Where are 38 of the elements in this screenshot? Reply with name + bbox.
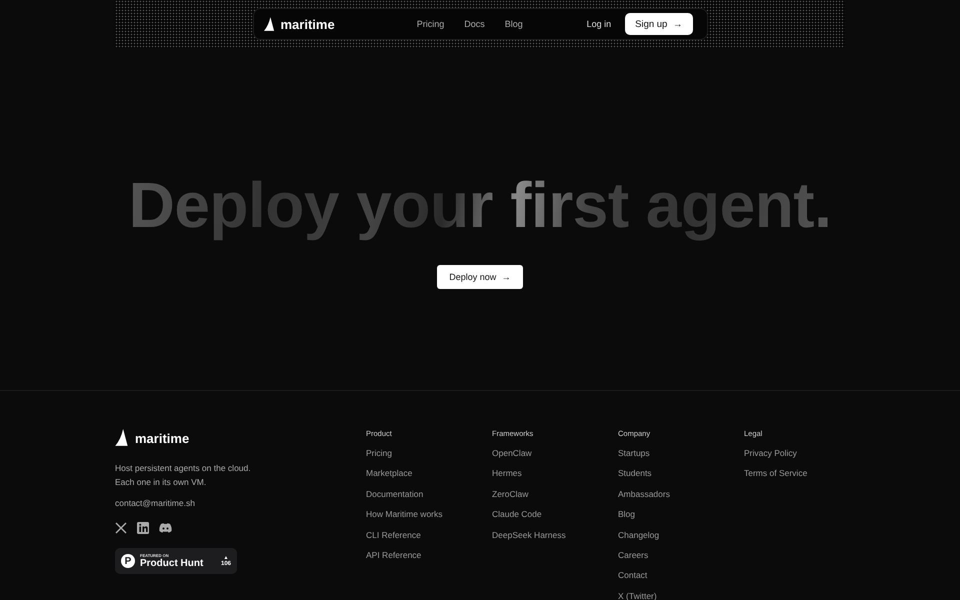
footer-link[interactable]: Privacy Policy (744, 447, 870, 468)
footer-link[interactable]: How Maritime works (366, 508, 492, 529)
footer-link[interactable]: Careers (618, 548, 744, 570)
footer-link[interactable]: Ambassadors (618, 488, 744, 508)
footer-link[interactable]: OpenClaw (492, 447, 618, 468)
deploy-button[interactable]: Deploy now → (437, 265, 523, 289)
tagline-text: Host persistent agents on the cloud. (115, 462, 252, 475)
product-hunt-logo: P (121, 554, 135, 568)
login-link[interactable]: Log in (586, 19, 612, 29)
footer-link[interactable]: Terms of Service (744, 467, 870, 488)
footer-link[interactable]: Students (618, 467, 744, 488)
footer-link[interactable]: Hermes (492, 467, 618, 488)
tagline-text: Each one in its own VM. (115, 476, 208, 489)
sail-logo-icon (264, 16, 274, 32)
footer-link[interactable]: ZeroClaw (492, 488, 618, 508)
email-link[interactable]: contact@maritime.sh (115, 498, 366, 508)
footer-link[interactable]: Claude Code (492, 508, 618, 529)
discord-icon[interactable] (159, 523, 172, 533)
footer-link[interactable]: DeepSeek Harness (492, 528, 618, 549)
footer-link[interactable]: Blog (618, 508, 744, 529)
x-logo-icon[interactable] (115, 522, 127, 534)
brand-name: maritime (135, 430, 190, 446)
footer-link[interactable]: Documentation (366, 488, 492, 508)
footer-link[interactable]: Marketplace (366, 467, 492, 488)
badge-title: Product Hunt (140, 558, 204, 569)
footer-link[interactable]: Pricing (366, 447, 492, 468)
footer-link[interactable]: API Reference (366, 548, 492, 570)
brand-name[interactable]: maritime (280, 16, 335, 32)
linkedin-icon[interactable] (137, 522, 149, 534)
nav-link[interactable]: Blog (504, 19, 523, 29)
signup-button[interactable]: Sign up → (625, 13, 692, 35)
footer-link[interactable]: CLI Reference (366, 528, 492, 549)
footer-link[interactable]: Startups (618, 447, 744, 468)
footer-link[interactable]: Changelog (618, 528, 744, 549)
sail-logo-icon (115, 429, 129, 447)
nav-link[interactable]: Docs (464, 19, 485, 29)
footer-link[interactable]: Contact (618, 569, 744, 590)
nav-link[interactable]: Pricing (416, 19, 444, 29)
